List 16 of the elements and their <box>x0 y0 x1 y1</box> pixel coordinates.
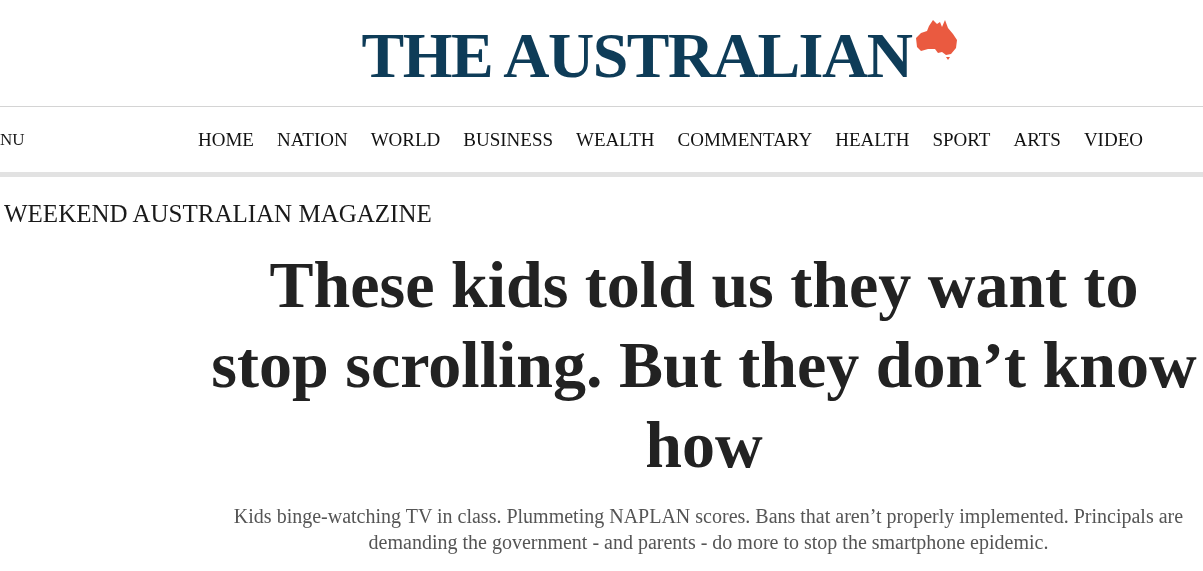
nav-link[interactable]: WORLD <box>370 128 441 151</box>
menu-link[interactable]: NU <box>0 129 25 150</box>
standfirst: Kids binge-watching TV in class. Plummeting NAPLAN scores. Bans that aren’t properly implemented. Principals are demanding the government - and parents - do more to stop the smartphone epidemic. <box>232 504 1185 555</box>
australia-map-icon <box>915 18 960 60</box>
nav-link[interactable]: VIDEO <box>1083 128 1143 151</box>
nav-link[interactable]: SPORT <box>932 128 991 151</box>
nav-link[interactable]: COMMENTARY <box>677 128 813 151</box>
nav-link[interactable]: HEALTH <box>835 128 910 151</box>
masthead-logo[interactable]: THE AUSTRALIAN <box>361 24 912 88</box>
nav-link[interactable]: ARTS <box>1013 128 1061 151</box>
headline: These kids told us they want to stop scrolling. But they don’t know how <box>210 247 1198 483</box>
nav-link[interactable]: BUSINESS <box>463 128 554 151</box>
section-label[interactable]: WEEKEND AUSTRALIAN MAGAZINE <box>4 199 432 229</box>
nav-link[interactable]: WEALTH <box>576 128 655 151</box>
nav-link[interactable]: NATION <box>276 128 348 151</box>
nav-link[interactable]: HOME <box>198 128 254 151</box>
